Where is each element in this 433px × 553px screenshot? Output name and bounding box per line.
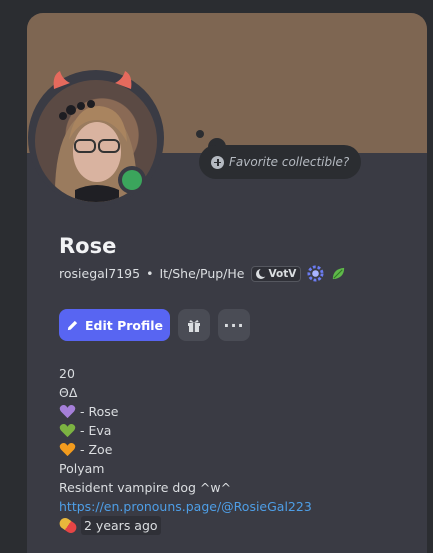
server-tag-label: VotV [268,267,297,280]
bio-age: 20 [59,366,75,381]
member-label: - Rose [80,404,119,419]
collectible-placeholder: Favorite collectible? [229,155,350,169]
pill-icon [57,515,79,536]
plus-circle-icon [211,155,224,169]
member-since: 2 years ago [57,515,312,536]
more-icon: ··· [223,315,245,335]
bio-polyam: Polyam [59,461,105,476]
thought-bubble-small [196,130,204,138]
gift-button[interactable] [178,309,210,341]
bio-symbols: ΘΔ [59,385,78,400]
profile-subline: rosiegal7195 • It/She/Pup/He VotV [59,265,347,282]
edit-profile-label: Edit Profile [84,317,164,333]
heart-icon [59,405,76,419]
bio: 20 ΘΔ - Rose - Eva - Zoe Polyam Resident… [57,364,312,536]
display-name: Rose [59,234,117,258]
leaf-badge-icon[interactable] [330,265,347,282]
pencil-icon [67,320,78,330]
heart-icon [59,443,76,457]
separator: • [146,266,154,281]
server-tag[interactable]: VotV [250,265,302,282]
devil-horn-right-icon [115,71,132,89]
bio-member-eva: - Eva [59,421,312,440]
hypesquad-badge-icon[interactable] [307,265,324,282]
username: rosiegal7195 [59,266,141,281]
heart-icon [59,424,76,438]
edit-profile-button[interactable]: Edit Profile [59,309,170,341]
moon-icon [255,267,268,279]
member-label: - Zoe [80,442,113,457]
status-online-indicator [122,170,142,190]
favorite-collectible-button[interactable]: Favorite collectible? [199,145,361,179]
pronouns-page-link[interactable]: https://en.pronouns.page/@RosieGal223 [59,497,312,516]
bio-member-zoe: - Zoe [59,440,312,459]
member-label: - Eva [80,423,112,438]
gift-icon [188,320,200,332]
bio-tagline: Resident vampire dog ^w^ [59,480,232,495]
more-options-button[interactable]: ··· [218,309,250,341]
devil-horn-left-icon [53,71,70,89]
member-since-text: 2 years ago [81,516,161,535]
pronouns: It/She/Pup/He [159,266,245,281]
bio-member-rose: - Rose [59,402,312,421]
